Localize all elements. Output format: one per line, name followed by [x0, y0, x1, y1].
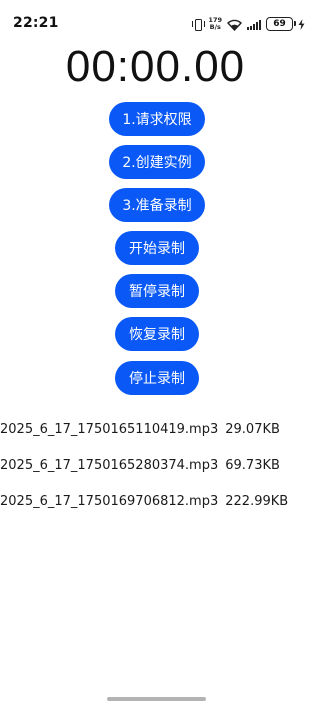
- status-icons: 179 B/s 69: [192, 15, 305, 33]
- charging-bolt-icon: [298, 18, 305, 30]
- list-item[interactable]: 2025_6_17_1750169706812.mp3 222.99KB: [0, 483, 311, 519]
- prepare-recording-button[interactable]: 3.准备录制: [109, 188, 205, 222]
- create-instance-button[interactable]: 2.创建实例: [109, 145, 205, 179]
- file-size: 29.07KB: [225, 421, 280, 437]
- home-indicator[interactable]: [107, 697, 206, 701]
- file-name: 2025_6_17_1750169706812.mp3: [0, 493, 219, 509]
- pause-recording-button[interactable]: 暂停录制: [115, 274, 199, 308]
- vibrate-icon: [192, 18, 206, 31]
- recorder-screen: 22:21 179 B/s 69 00:00.00 1.请求权限 2.创建实例 …: [0, 0, 311, 701]
- list-item[interactable]: 2025_6_17_1750165110419.mp3 29.07KB: [0, 411, 311, 447]
- start-recording-button[interactable]: 开始录制: [115, 231, 199, 265]
- status-time: 22:21: [13, 15, 59, 31]
- file-name: 2025_6_17_1750165110419.mp3: [0, 421, 219, 437]
- recording-file-list: 2025_6_17_1750165110419.mp3 29.07KB 2025…: [0, 411, 311, 519]
- file-name: 2025_6_17_1750165280374.mp3: [0, 457, 219, 473]
- file-size: 222.99KB: [225, 493, 289, 509]
- file-size: 69.73KB: [225, 457, 280, 473]
- list-item[interactable]: 2025_6_17_1750165280374.mp3 69.73KB: [0, 447, 311, 483]
- stop-recording-button[interactable]: 停止录制: [115, 361, 199, 395]
- battery-icon: 69: [266, 17, 296, 31]
- resume-recording-button[interactable]: 恢复录制: [115, 317, 199, 351]
- battery-level: 69: [273, 19, 286, 29]
- network-speed: 179 B/s: [208, 17, 222, 31]
- wifi-icon: [227, 19, 242, 31]
- network-speed-unit: B/s: [209, 23, 221, 31]
- request-permission-button[interactable]: 1.请求权限: [109, 102, 205, 136]
- recording-timer: 00:00.00: [65, 42, 246, 91]
- signal-icon: [247, 19, 261, 30]
- status-bar: 22:21 179 B/s 69: [0, 0, 311, 48]
